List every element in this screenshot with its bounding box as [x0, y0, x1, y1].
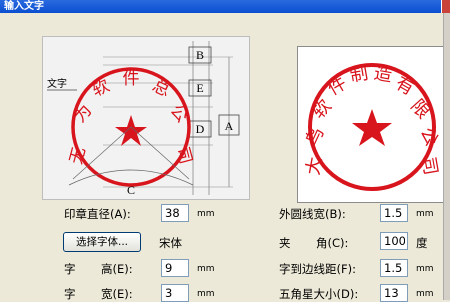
preview-char-4: 件: [324, 73, 350, 100]
label-text: 文字: [47, 77, 67, 90]
diameter-label: 印章直径(A):: [64, 207, 131, 221]
char-height-input[interactable]: [161, 259, 189, 277]
stamp-diagram: B E D A 文字 无 为 软 件 总 公 司 C: [42, 36, 250, 200]
diagram-char-4: 件: [123, 69, 140, 89]
stamp-preview: 大 乌 软 件 制 造 有 限 公 司: [297, 46, 449, 203]
choose-font-button[interactable]: 选择字体...: [63, 232, 141, 252]
angle-unit: 度: [416, 236, 428, 250]
font-name: 宋体: [159, 236, 182, 250]
label-e: E: [196, 81, 203, 95]
char-height-unit: mm: [197, 264, 215, 274]
diagram-char-1: 无: [66, 145, 90, 167]
dialog-body: B E D A 文字 无 为 软 件 总 公 司 C 大 乌 软 件 制 造 有…: [0, 13, 450, 302]
preview-svg: 大 乌 软 件 制 造 有 限 公 司: [302, 63, 443, 191]
preview-char-6: 造: [372, 63, 393, 87]
edge-dist-input[interactable]: [380, 259, 408, 277]
star-size-input[interactable]: [380, 284, 408, 302]
char-height-label-b: 高(E):: [101, 262, 133, 276]
close-button[interactable]: [441, 0, 450, 13]
label-d: D: [196, 122, 205, 136]
outer-width-input[interactable]: [380, 204, 408, 222]
preview-char-7: 有: [392, 73, 418, 100]
diameter-input[interactable]: [161, 204, 189, 222]
diagram-char-3: 软: [89, 76, 113, 101]
label-c: C: [127, 183, 135, 197]
diagram-char-5: 总: [149, 76, 173, 101]
preview-star-icon: [352, 109, 392, 146]
edge-dist-label: 字到边线距(F):: [279, 262, 356, 276]
char-width-unit: mm: [197, 289, 215, 299]
diameter-unit: mm: [197, 209, 215, 219]
diagram-char-7: 司: [172, 145, 196, 167]
preview-char-2: 乌: [302, 124, 329, 149]
angle-input[interactable]: [380, 232, 408, 250]
outer-width-label: 外圆线宽(B):: [279, 207, 346, 221]
right-frame-edge: [443, 13, 450, 300]
label-b: B: [196, 48, 204, 62]
angle-label-a: 夹: [279, 236, 291, 250]
star-size-unit: mm: [416, 289, 434, 299]
char-width-input[interactable]: [161, 284, 189, 302]
diagram-star-icon: [115, 115, 147, 146]
label-a: A: [225, 119, 234, 133]
preview-char-5: 制: [348, 63, 369, 87]
diagram-svg: B E D A 文字 无 为 软 件 总 公 司 C: [47, 41, 240, 197]
angle-label-b: 角(C):: [316, 236, 349, 250]
preview-char-9: 公: [416, 124, 443, 149]
preview-char-1: 大: [303, 155, 327, 176]
window-title: 输入文字: [0, 0, 450, 13]
char-height-label-a: 字: [64, 262, 76, 276]
edge-dist-unit: mm: [416, 264, 434, 274]
preview-char-10: 司: [418, 155, 442, 176]
outer-width-unit: mm: [416, 209, 434, 219]
